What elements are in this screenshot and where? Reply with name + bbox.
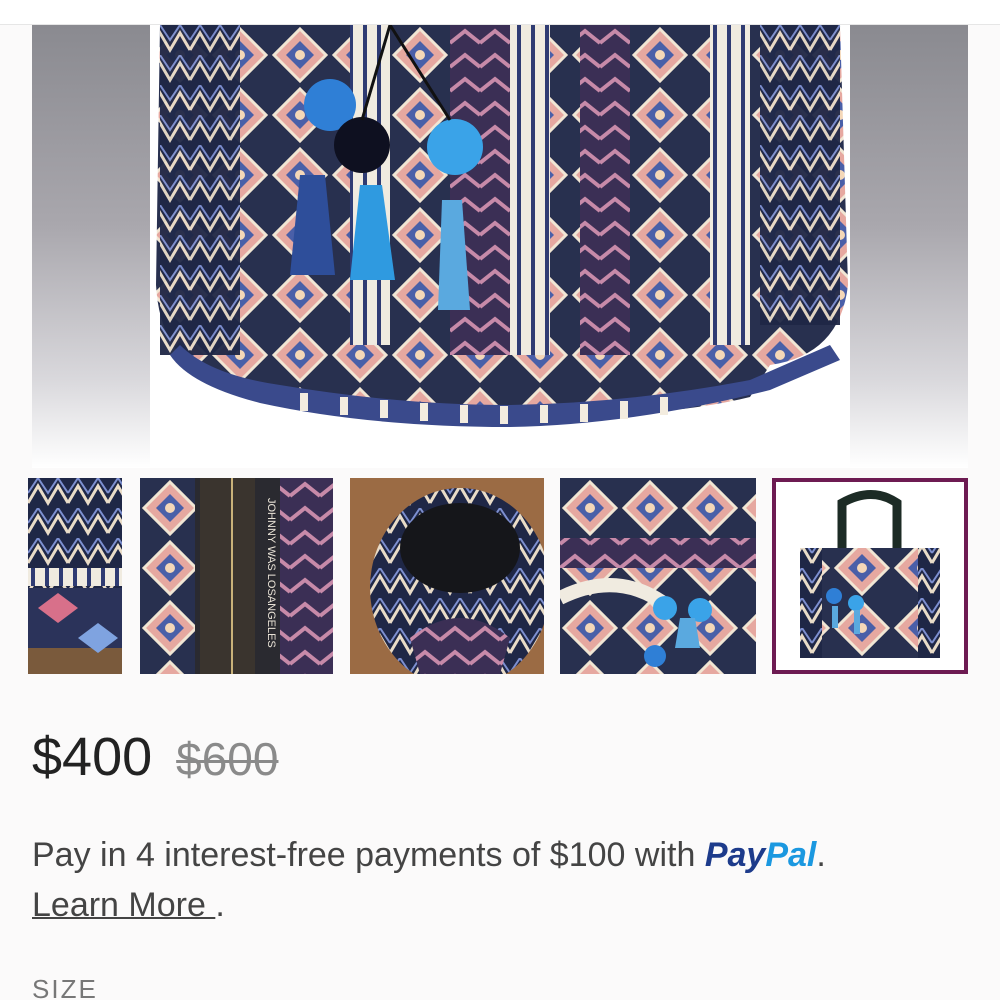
strap-detail-image <box>28 478 122 674</box>
thumbnail-pattern-tassels[interactable] <box>560 478 756 674</box>
pattern-tassels-image <box>560 478 756 674</box>
paypal-logo-pay: Pay <box>704 836 766 874</box>
thumbnail-brand-label[interactable]: JOHNNY WAS LOSANGELES <box>140 478 333 674</box>
price-row: $400 $600 <box>32 726 278 796</box>
brand-label-image: JOHNNY WAS LOSANGELES <box>140 478 333 674</box>
installments-period: . <box>816 836 826 874</box>
paypal-logo-pal: Pal <box>765 836 817 874</box>
image-backdrop-right <box>850 25 968 468</box>
main-product-image[interactable] <box>32 25 968 468</box>
size-section-label: SIZE <box>32 974 98 1000</box>
installments-text: Pay in 4 interest-free payments of $100 … <box>32 836 696 874</box>
original-price: $600 <box>176 733 279 785</box>
paypal-logo: PayPal <box>705 836 817 874</box>
product-page: JOHNNY WAS LOSANGELES $400 $600 Pay in 4… <box>0 0 1000 1000</box>
thumbnail-gallery: JOHNNY WAS LOSANGELES <box>28 478 968 674</box>
current-price: $400 <box>32 727 153 787</box>
brand-label-text: JOHNNY WAS LOSANGELES <box>265 498 277 648</box>
paypal-installments-message: Pay in 4 interest-free payments of $100 … <box>32 830 972 930</box>
bag-interior-image <box>350 478 544 674</box>
learn-more-period: . <box>215 886 225 924</box>
top-bar <box>0 0 1000 25</box>
thumbnail-bag-interior[interactable] <box>350 478 544 674</box>
tote-bag-image <box>150 25 850 468</box>
thumbnail-strap-detail[interactable] <box>28 478 122 674</box>
full-bag-image <box>772 478 968 674</box>
thumbnail-full-bag[interactable] <box>772 478 968 674</box>
image-backdrop-left <box>32 25 150 468</box>
learn-more-link[interactable]: Learn More <box>32 886 215 924</box>
